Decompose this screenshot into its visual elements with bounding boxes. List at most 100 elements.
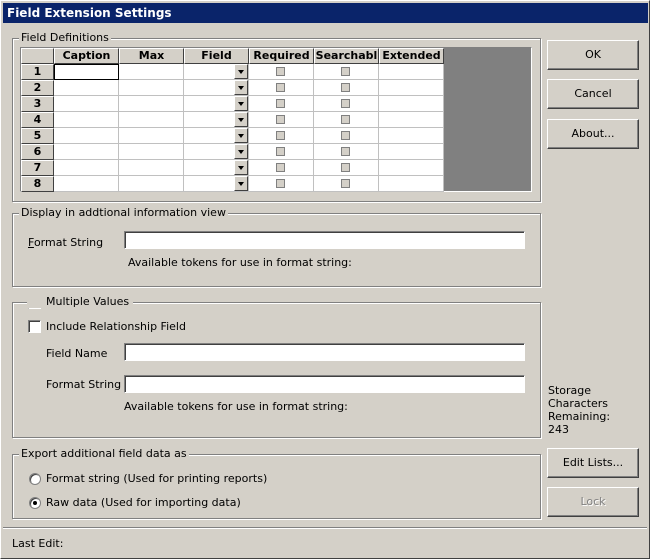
caption-cell[interactable] [54, 96, 119, 112]
caption-cell[interactable] [54, 128, 119, 144]
chevron-down-icon[interactable] [234, 128, 248, 143]
max-cell[interactable] [119, 144, 184, 160]
grid-checkbox[interactable] [276, 131, 285, 140]
cancel-button[interactable]: Cancel [547, 79, 639, 109]
extended-cell[interactable] [379, 96, 444, 112]
max-cell[interactable] [119, 96, 184, 112]
caption-cell[interactable] [54, 64, 119, 80]
extended-cell[interactable] [379, 80, 444, 96]
grid-checkbox[interactable] [341, 83, 350, 92]
col-header-caption[interactable]: Caption [54, 48, 119, 64]
grid-checkbox[interactable] [341, 131, 350, 140]
max-cell[interactable] [119, 64, 184, 80]
row-header[interactable]: 1 [21, 64, 54, 80]
searchable-cell[interactable] [314, 112, 379, 128]
searchable-cell[interactable] [314, 80, 379, 96]
grid-checkbox[interactable] [276, 147, 285, 156]
max-cell[interactable] [119, 112, 184, 128]
required-cell[interactable] [249, 160, 314, 176]
export-label: Export additional field data as [19, 447, 189, 460]
relationship-format-input[interactable] [124, 375, 525, 393]
grid-checkbox[interactable] [276, 67, 285, 76]
required-cell[interactable] [249, 144, 314, 160]
extended-cell[interactable] [379, 160, 444, 176]
caption-cell[interactable] [54, 160, 119, 176]
searchable-cell[interactable] [314, 160, 379, 176]
row-header[interactable]: 2 [21, 80, 54, 96]
field-cell[interactable] [184, 144, 249, 160]
field-cell[interactable] [184, 128, 249, 144]
required-cell[interactable] [249, 128, 314, 144]
grid-checkbox[interactable] [276, 115, 285, 124]
grid-checkbox[interactable] [341, 115, 350, 124]
row-header[interactable]: 8 [21, 176, 54, 192]
max-cell[interactable] [119, 160, 184, 176]
grid-checkbox[interactable] [276, 99, 285, 108]
col-header-extended[interactable]: Extended [379, 48, 444, 64]
edit-lists-button[interactable]: Edit Lists... [547, 448, 639, 478]
searchable-cell[interactable] [314, 96, 379, 112]
include-relationship-checkbox[interactable] [28, 320, 41, 333]
caption-cell[interactable] [54, 112, 119, 128]
field-name-input[interactable] [124, 343, 525, 361]
searchable-cell[interactable] [314, 144, 379, 160]
field-cell[interactable] [184, 96, 249, 112]
caption-cell[interactable] [54, 176, 119, 192]
caption-cell[interactable] [54, 144, 119, 160]
grid-checkbox[interactable] [341, 99, 350, 108]
chevron-down-icon[interactable] [234, 96, 248, 111]
field-cell[interactable] [184, 112, 249, 128]
format-string-input[interactable] [124, 231, 525, 249]
grid-checkbox[interactable] [341, 163, 350, 172]
export-format-radio[interactable] [29, 473, 41, 485]
col-header-field[interactable]: Field [184, 48, 249, 64]
required-cell[interactable] [249, 96, 314, 112]
field-cell[interactable] [184, 64, 249, 80]
lock-button[interactable]: Lock [547, 487, 639, 517]
row-header[interactable]: 4 [21, 112, 54, 128]
chevron-down-icon[interactable] [234, 112, 248, 127]
about-button[interactable]: About... [547, 119, 639, 149]
chevron-down-icon[interactable] [234, 176, 248, 191]
lock-button-label: Lock [580, 495, 606, 508]
required-cell[interactable] [249, 112, 314, 128]
grid-checkbox[interactable] [341, 67, 350, 76]
max-cell[interactable] [119, 176, 184, 192]
extended-cell[interactable] [379, 176, 444, 192]
chevron-down-icon[interactable] [234, 64, 248, 79]
extended-cell[interactable] [379, 64, 444, 80]
grid-checkbox[interactable] [341, 179, 350, 188]
row-header[interactable]: 3 [21, 96, 54, 112]
required-cell[interactable] [249, 64, 314, 80]
field-cell[interactable] [184, 160, 249, 176]
chevron-down-icon[interactable] [234, 144, 248, 159]
grid-checkbox[interactable] [276, 179, 285, 188]
col-header-searchable[interactable]: Searchabl [314, 48, 379, 64]
field-cell[interactable] [184, 176, 249, 192]
searchable-cell[interactable] [314, 128, 379, 144]
caption-cell[interactable] [54, 80, 119, 96]
field-definitions-grid[interactable]: Caption Max Field Required Searchabl Ext… [20, 47, 532, 192]
grid-checkbox[interactable] [276, 163, 285, 172]
searchable-cell[interactable] [314, 64, 379, 80]
export-raw-radio[interactable] [29, 497, 41, 509]
col-header-max[interactable]: Max [119, 48, 184, 64]
required-cell[interactable] [249, 176, 314, 192]
max-cell[interactable] [119, 128, 184, 144]
extended-cell[interactable] [379, 128, 444, 144]
row-header[interactable]: 5 [21, 128, 54, 144]
chevron-down-icon[interactable] [234, 160, 248, 175]
grid-checkbox[interactable] [341, 147, 350, 156]
searchable-cell[interactable] [314, 176, 379, 192]
ok-button[interactable]: OK [547, 40, 639, 70]
extended-cell[interactable] [379, 144, 444, 160]
extended-cell[interactable] [379, 112, 444, 128]
max-cell[interactable] [119, 80, 184, 96]
required-cell[interactable] [249, 80, 314, 96]
row-header[interactable]: 7 [21, 160, 54, 176]
col-header-required[interactable]: Required [249, 48, 314, 64]
chevron-down-icon[interactable] [234, 80, 248, 95]
row-header[interactable]: 6 [21, 144, 54, 160]
field-cell[interactable] [184, 80, 249, 96]
grid-checkbox[interactable] [276, 83, 285, 92]
